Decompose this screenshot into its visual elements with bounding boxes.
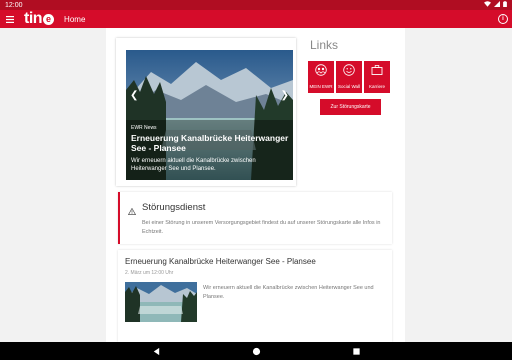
logo-mark: e	[43, 13, 55, 25]
smiley-icon	[343, 63, 355, 81]
hero-caption: EWR News Erneuerung Kanalbrücke Heiterwa…	[131, 125, 291, 173]
back-icon[interactable]	[150, 345, 162, 357]
links-tiles: MEIN EWR Social Wall Karriere	[308, 61, 390, 93]
news-carousel: ❮ ❯ EWR News Erneuerung Kanalbrücke Heit…	[116, 38, 296, 186]
carousel-prev-icon[interactable]: ❮	[130, 90, 138, 101]
info-icon[interactable]: i	[498, 14, 508, 24]
warning-icon	[127, 202, 137, 220]
app-bar-title: Home	[64, 14, 86, 24]
briefcase-icon	[371, 63, 383, 81]
main-content[interactable]: ❮ ❯ EWR News Erneuerung Kanalbrücke Heit…	[0, 28, 512, 342]
stoerungskarte-button[interactable]: Zur Störungskarte	[320, 99, 381, 115]
mein-ewr-tile[interactable]: MEIN EWR	[308, 61, 334, 93]
tile-label: Karriere	[368, 84, 385, 89]
news-item[interactable]: Erneuerung Kanalbrücke Heiterwanger See …	[118, 250, 392, 342]
alert-text: Bei einer Störung in unserem Versorgungs…	[142, 220, 381, 235]
news-date: 2. März um 12:00 Uhr	[125, 270, 174, 276]
battery-icon	[503, 1, 507, 9]
carousel-next-icon[interactable]: ❯	[281, 90, 289, 101]
signal-icon	[494, 1, 500, 9]
news-text: Wir erneuern aktuell die Kanalbrücke zwi…	[203, 285, 374, 300]
links-heading: Links	[310, 38, 339, 52]
home-icon[interactable]	[250, 345, 262, 357]
tile-label: MEIN EWR	[309, 84, 333, 89]
hero-description: Wir erneuern aktuell die Kanalbrücke zwi…	[131, 157, 256, 172]
hero-source: EWR News	[131, 125, 157, 131]
news-title: Erneuerung Kanalbrücke Heiterwanger See …	[125, 257, 316, 266]
alert-title: Störungsdienst	[142, 202, 206, 213]
tine-logo: tin e	[24, 10, 55, 27]
home-page: ❮ ❯ EWR News Erneuerung Kanalbrücke Heit…	[106, 28, 405, 342]
navigation-bar	[0, 342, 512, 360]
karriere-tile[interactable]: Karriere	[364, 61, 390, 93]
menu-icon[interactable]	[3, 10, 17, 28]
app-bar: tin e Home i	[0, 10, 512, 28]
stoerungsdienst-alert: Störungsdienst Bei einer Störung in unse…	[118, 192, 392, 244]
logo-text: tin	[24, 10, 43, 27]
news-thumbnail	[125, 282, 197, 322]
tile-label: Social Wall	[337, 84, 361, 89]
wifi-icon	[484, 1, 491, 9]
social-wall-tile[interactable]: Social Wall	[336, 61, 362, 93]
status-bar: 12:00	[0, 0, 512, 10]
hero-title: Erneuerung Kanalbrücke Heiterwanger See …	[131, 133, 289, 153]
hero-slide[interactable]: ❮ ❯ EWR News Erneuerung Kanalbrücke Heit…	[126, 50, 293, 180]
people-icon	[315, 63, 327, 81]
recents-icon[interactable]	[350, 345, 362, 357]
status-time: 12:00	[5, 1, 23, 9]
